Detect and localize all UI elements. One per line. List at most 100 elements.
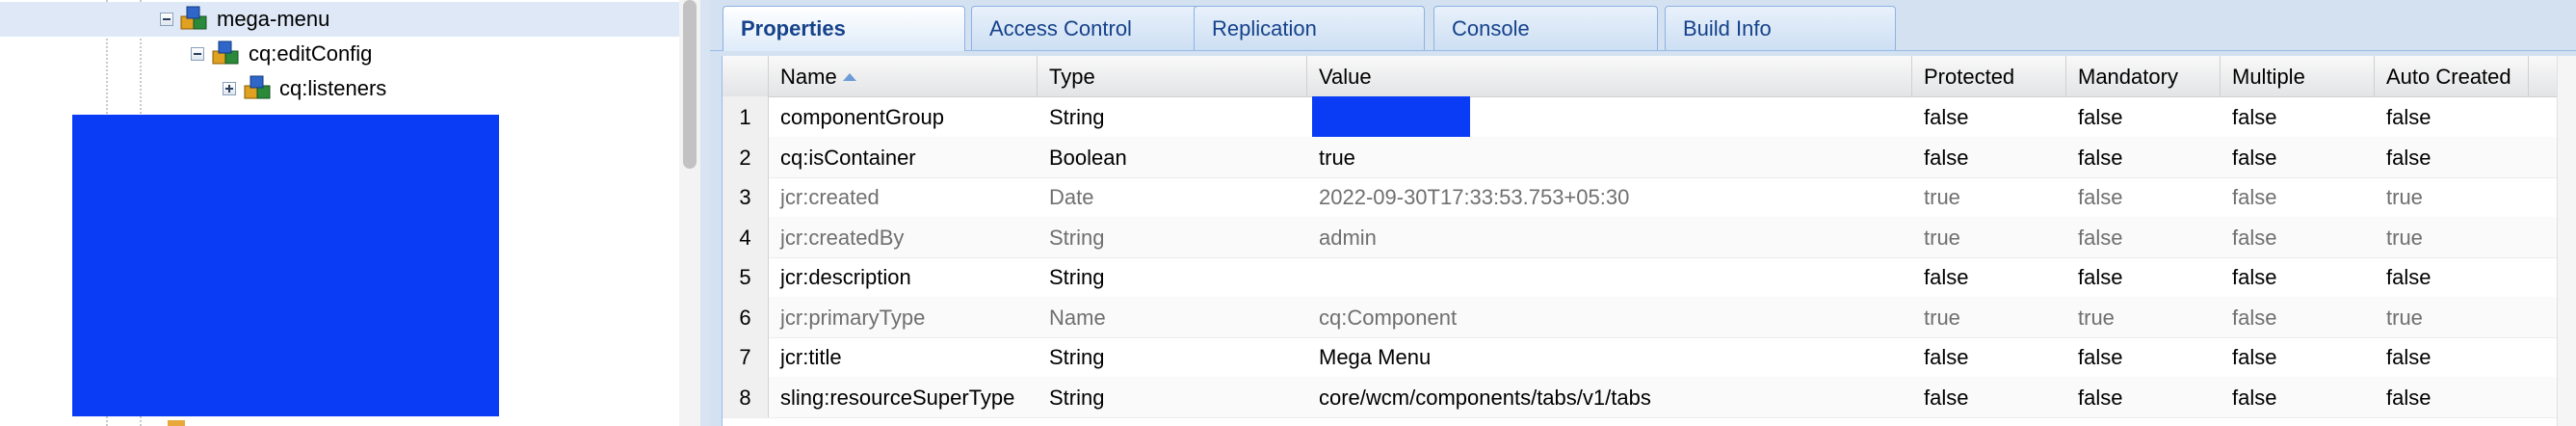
- collapse-toggle-icon[interactable]: [191, 47, 204, 61]
- row-number: 8: [723, 376, 769, 417]
- cell-value[interactable]: [1307, 96, 1912, 137]
- cell-mandatory[interactable]: false: [2066, 377, 2221, 417]
- cell-name[interactable]: componentGroup: [769, 96, 1038, 137]
- cell-name[interactable]: sling:resourceSuperType: [769, 377, 1038, 417]
- cell-name[interactable]: jcr:primaryType: [769, 297, 1038, 337]
- cell-value[interactable]: true: [1307, 137, 1912, 177]
- cell-multiple[interactable]: false: [2221, 256, 2375, 297]
- cell-protected[interactable]: true: [1912, 217, 2066, 257]
- panel-splitter[interactable]: [700, 0, 710, 426]
- tree-node-listeners[interactable]: cq:listeners: [0, 71, 679, 106]
- cell-multiple[interactable]: false: [2221, 377, 2375, 417]
- cell-multiple[interactable]: false: [2221, 217, 2375, 257]
- row-number-header: [723, 56, 769, 96]
- cell-protected[interactable]: false: [1912, 96, 2066, 137]
- cell-type[interactable]: String: [1038, 377, 1307, 417]
- tab-access-control[interactable]: Access Control: [971, 6, 1226, 50]
- cell-mandatory[interactable]: false: [2066, 336, 2221, 377]
- cell-multiple[interactable]: false: [2221, 336, 2375, 377]
- cell-auto-created[interactable]: false: [2375, 137, 2529, 177]
- cell-multiple[interactable]: false: [2221, 176, 2375, 217]
- cell-type[interactable]: String: [1038, 217, 1307, 257]
- cell-value[interactable]: admin: [1307, 217, 1912, 257]
- cell-auto-created[interactable]: false: [2375, 336, 2529, 377]
- cell-type[interactable]: Date: [1038, 176, 1307, 217]
- tab-console[interactable]: Console: [1433, 6, 1658, 50]
- cell-multiple[interactable]: false: [2221, 297, 2375, 337]
- cell-value[interactable]: core/wcm/components/tabs/v1/tabs: [1307, 377, 1912, 417]
- table-row[interactable]: 4 jcr:createdBy String admin true false false t…: [723, 216, 2576, 258]
- cell-mandatory[interactable]: true: [2066, 297, 2221, 337]
- tree-node-label: mega-menu: [217, 7, 330, 31]
- column-header-multiple[interactable]: Multiple: [2221, 56, 2375, 96]
- cell-type[interactable]: String: [1038, 256, 1307, 297]
- cell-type[interactable]: Boolean: [1038, 137, 1307, 177]
- cell-mandatory[interactable]: false: [2066, 96, 2221, 137]
- tree-node-mega-menu[interactable]: mega-menu: [0, 2, 679, 37]
- cell-auto-created[interactable]: true: [2375, 217, 2529, 257]
- cell-auto-created[interactable]: false: [2375, 377, 2529, 417]
- cell-name[interactable]: jcr:createdBy: [769, 217, 1038, 257]
- tree-scrollbar[interactable]: [679, 0, 700, 426]
- grid-scrollbar[interactable]: [2557, 56, 2576, 426]
- table-row[interactable]: 8 sling:resourceSuperType String core/wcm/c…: [723, 376, 2576, 418]
- cell-protected[interactable]: false: [1912, 256, 2066, 297]
- tab-build-info[interactable]: Build Info: [1665, 6, 1896, 50]
- table-row[interactable]: 2 cq:isContainer Boolean true false false fals…: [723, 136, 2576, 178]
- redacted-value: [1312, 96, 1470, 137]
- cell-value[interactable]: [1307, 256, 1912, 297]
- cell-name[interactable]: cq:isContainer: [769, 137, 1038, 177]
- cell-value[interactable]: Mega Menu: [1307, 336, 1912, 377]
- cell-protected[interactable]: false: [1912, 137, 2066, 177]
- row-number: 3: [723, 176, 769, 217]
- redacted-region: [72, 115, 499, 416]
- cell-protected[interactable]: true: [1912, 176, 2066, 217]
- cell-mandatory[interactable]: false: [2066, 217, 2221, 257]
- row-number: 5: [723, 256, 769, 297]
- component-node-icon: [212, 40, 239, 65]
- tree-node-label: cq:editConfig: [249, 41, 373, 66]
- cell-type[interactable]: Name: [1038, 297, 1307, 337]
- cell-auto-created[interactable]: false: [2375, 256, 2529, 297]
- table-row[interactable]: 3 jcr:created Date 2022-09-30T17:33:53.753+…: [723, 176, 2576, 218]
- table-row[interactable]: 5 jcr:description String false false false fal…: [723, 256, 2576, 298]
- cell-value[interactable]: cq:Component: [1307, 297, 1912, 337]
- properties-panel: Properties Access Control Replication Co…: [710, 0, 2576, 426]
- tab-replication[interactable]: Replication: [1194, 6, 1425, 50]
- cell-auto-created[interactable]: false: [2375, 96, 2529, 137]
- table-row[interactable]: 7 jcr:title String Mega Menu false false false…: [723, 336, 2576, 378]
- cell-name[interactable]: jcr:created: [769, 176, 1038, 217]
- cell-protected[interactable]: false: [1912, 377, 2066, 417]
- row-number: 4: [723, 216, 769, 257]
- cell-protected[interactable]: false: [1912, 336, 2066, 377]
- cell-auto-created[interactable]: true: [2375, 176, 2529, 217]
- table-row[interactable]: 1 componentGroup String false false false fals…: [723, 96, 2576, 138]
- column-header-protected[interactable]: Protected: [1912, 56, 2066, 96]
- column-header-auto-created[interactable]: Auto Created: [2375, 56, 2529, 96]
- tree-scrollbar-thumb[interactable]: [683, 0, 697, 169]
- tree-node-edit-config[interactable]: cq:editConfig: [0, 37, 679, 71]
- cell-type[interactable]: String: [1038, 336, 1307, 377]
- column-header-type[interactable]: Type: [1038, 56, 1307, 96]
- column-header-mandatory[interactable]: Mandatory: [2066, 56, 2221, 96]
- cell-name[interactable]: jcr:description: [769, 256, 1038, 297]
- cell-mandatory[interactable]: false: [2066, 137, 2221, 177]
- cell-name[interactable]: jcr:title: [769, 336, 1038, 377]
- row-number: 1: [723, 96, 769, 137]
- table-row[interactable]: 6 jcr:primaryType Name cq:Component true true…: [723, 296, 2576, 338]
- cell-multiple[interactable]: false: [2221, 137, 2375, 177]
- row-number: 6: [723, 296, 769, 337]
- cell-type[interactable]: String: [1038, 96, 1307, 137]
- cell-multiple[interactable]: false: [2221, 96, 2375, 137]
- column-header-name[interactable]: Name: [769, 56, 1038, 96]
- cell-value[interactable]: 2022-09-30T17:33:53.753+05:30: [1307, 176, 1912, 217]
- cell-auto-created[interactable]: true: [2375, 297, 2529, 337]
- cell-protected[interactable]: true: [1912, 297, 2066, 337]
- cell-mandatory[interactable]: false: [2066, 256, 2221, 297]
- cell-mandatory[interactable]: false: [2066, 176, 2221, 217]
- column-header-value[interactable]: Value: [1307, 56, 1912, 96]
- collapse-toggle-icon[interactable]: [160, 13, 173, 26]
- properties-grid: Name Type Value Protected Mandatory Mult…: [722, 56, 2576, 426]
- tab-properties[interactable]: Properties: [723, 6, 965, 51]
- expand-toggle-icon[interactable]: [223, 82, 236, 95]
